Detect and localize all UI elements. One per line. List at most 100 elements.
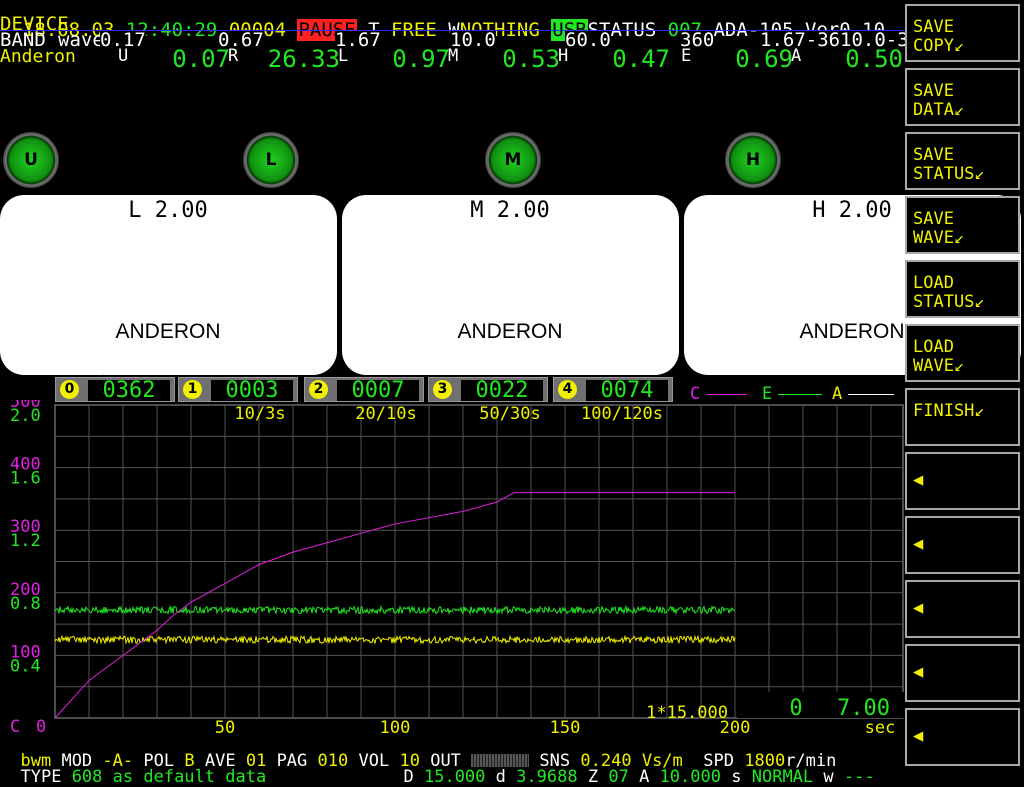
reading-value: 26.33 [267, 45, 340, 73]
analog-meter: 0%15%40%70%100%125%L 2.00ANDERON [0, 195, 337, 375]
sidebar-button-finish[interactable]: FINISH↙ [905, 388, 1020, 446]
sidebar-button-line2: STATUS↙ [913, 164, 985, 184]
analog-meter: 0%15%40%70%100%125%M 2.00ANDERON [342, 195, 679, 375]
reading-value: 0.53 [502, 45, 560, 73]
a-value: 10.000 [659, 767, 721, 787]
y-tick-green: 1.6 [10, 469, 41, 489]
x-tick: 100 [380, 718, 411, 738]
trend-chart: 1002003004005000.40.81.21.62.0C 0 50 100 150… [10, 400, 905, 738]
sidebar-arrow-button[interactable]: ◀ [905, 580, 1020, 638]
sidebar-button-line1: LOAD [913, 337, 954, 357]
sidebar-button-line1: SAVE [913, 209, 954, 229]
reading-value: 0.97 [392, 45, 450, 73]
marker-value: 0007 [337, 380, 419, 402]
speed-label: 10/3s [234, 404, 285, 424]
sidebar-button-load-status[interactable]: LOAD STATUS↙ [905, 260, 1020, 318]
time-marker[interactable]: 0 0362 [55, 377, 175, 402]
sidebar-arrow-button[interactable]: ◀ [905, 708, 1020, 766]
scale-readout: 1*15.000 [646, 703, 728, 723]
sidebar-button-line1: SAVE [913, 17, 954, 37]
time-marker[interactable]: 2 0007 [304, 377, 424, 402]
sidebar-arrow-button[interactable]: ◀ [905, 516, 1020, 574]
cursor-right: 7.00 [837, 696, 890, 721]
reading-value: 0.47 [612, 45, 670, 73]
status-bar: 18.08.03 12:40:29 00004 PAUSE T FREE WNO… [0, 0, 885, 41]
type-value: 608 [71, 767, 103, 787]
reading-value: 0.50 [845, 45, 903, 73]
time-marker[interactable]: 4 0074 [553, 377, 673, 402]
time-marker[interactable]: 1 0003 [178, 377, 298, 402]
sidebar-arrow-button[interactable]: ◀ [905, 452, 1020, 510]
sidebar-button-save-wave[interactable]: SAVE WAVE↙ [905, 196, 1020, 254]
marker-number: 3 [433, 380, 452, 399]
left-arrow-icon: ◀ [913, 598, 924, 618]
reading-key: H [558, 46, 569, 66]
d-value: 15.000 [423, 767, 486, 787]
reading-key: E [681, 46, 692, 66]
reading-key: M [448, 46, 459, 66]
reading-value: 0.07 [172, 45, 230, 73]
sidebar-button-save-status[interactable]: SAVE STATUS↙ [905, 132, 1020, 190]
sidebar-button-load-wave[interactable]: LOAD WAVE↙ [905, 324, 1020, 382]
sidebar-button-save-copy[interactable]: SAVE COPY↙ [905, 4, 1020, 62]
speed-label: 20/10s [355, 404, 416, 424]
meter-title: M 2.00 [470, 198, 549, 223]
sidebar-button-save-data[interactable]: SAVE DATA↙ [905, 68, 1020, 126]
a-label: A [639, 767, 650, 787]
y-tick-magenta: 0 [36, 717, 46, 737]
reading-value: 0.69 [735, 45, 793, 73]
marker-number: 2 [309, 380, 328, 399]
legend-a-line [848, 394, 894, 395]
s-label: s [731, 767, 742, 787]
led-label: L [265, 150, 277, 170]
x-unit: sec [865, 718, 896, 738]
y-tick-green: 0.8 [10, 594, 41, 614]
x-tick: 50 [215, 718, 235, 738]
meter-title: L 2.00 [128, 198, 207, 223]
speed-label: 100/120s [581, 404, 663, 424]
readings-row: Anderon U 0.07 R 26.33 L 0.97 M 0.53 H 0.47 E 0.69 A… [0, 45, 905, 73]
z-value: 07 [608, 767, 629, 787]
meter-brand: ANDERON [799, 320, 904, 343]
d2-label: d [495, 767, 506, 787]
z-label: Z [587, 767, 599, 787]
w-label-footer: w [823, 767, 834, 787]
led-l-icon: L [243, 132, 299, 188]
type-label: TYPE [20, 767, 62, 787]
readings-name: Anderon [0, 46, 76, 67]
marker-number: 0 [60, 380, 79, 399]
led-label: U [24, 150, 38, 170]
reading-key: L [338, 46, 349, 66]
marker-value: 0074 [586, 380, 668, 402]
d-label: D [403, 767, 414, 787]
meter-brand: ANDERON [457, 320, 562, 343]
x-tick: 150 [550, 718, 581, 738]
sidebar-arrow-button[interactable]: ◀ [905, 644, 1020, 702]
sidebar-button-line2: WAVE↙ [913, 228, 965, 248]
footer-row-2-right: D 15.000 d 3.9688 Z 07 A 10.000 s NORMAL… [383, 752, 874, 786]
reading-key: A [791, 46, 802, 66]
meter-brand: ANDERON [115, 320, 220, 343]
sidebar-button-line1: LOAD [913, 273, 954, 293]
left-arrow-icon: ◀ [913, 726, 924, 746]
marker-value: 0003 [211, 380, 293, 402]
legend-e-line [778, 394, 822, 395]
left-arrow-icon: ◀ [913, 470, 924, 490]
d2-value: 3.9688 [516, 767, 578, 787]
sidebar-button-line1: FINISH↙ [913, 401, 985, 421]
sidebar-button-line1: SAVE [913, 145, 954, 165]
function-sidebar: SAVE COPY↙ SAVE DATA↙ SAVE STATUS↙ SAVE WAVE↙ LO… [905, 0, 1024, 768]
marker-value: 0022 [461, 380, 543, 402]
type-note: as default data [112, 767, 267, 787]
y-tick-green: 0.4 [10, 656, 41, 676]
w-value-footer: --- [843, 767, 875, 787]
led-label: M [504, 150, 522, 170]
time-marker[interactable]: 3 0022 [428, 377, 548, 402]
led-u-icon: U [3, 132, 59, 188]
meter-dial: 0%15%40%70%100%125%L 2.00ANDERON [102, 198, 221, 375]
y-tick-green: 2.0 [10, 406, 41, 426]
sidebar-button-line2: COPY↙ [913, 36, 965, 56]
marker-number: 4 [558, 380, 577, 399]
sidebar-button-line1: SAVE [913, 81, 954, 101]
led-h-icon: H [725, 132, 781, 188]
